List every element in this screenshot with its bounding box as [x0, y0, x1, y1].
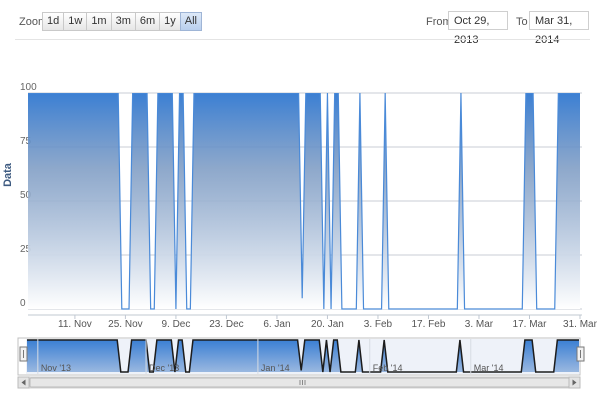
- navigator-label: Nov '13: [41, 363, 71, 373]
- y-axis-title: Data: [2, 162, 14, 187]
- navigator-label: Dec '13: [149, 363, 179, 373]
- y-tick-label: 0: [20, 298, 26, 309]
- navigator-label: Mar '14: [474, 363, 504, 373]
- scrollbar: [17, 376, 581, 389]
- x-tick-label: 31. Mar: [563, 319, 598, 330]
- x-axis: 11. Nov 25. Nov 9. Dec 23. Dec 6. Jan 20. Jan…: [58, 315, 598, 330]
- x-tick-label: 17. Feb: [412, 319, 446, 330]
- x-tick-label: 3. Feb: [364, 319, 393, 330]
- x-tick-label: 25. Nov: [108, 319, 142, 330]
- x-tick-label: 17. Mar: [513, 319, 548, 330]
- x-tick-label: 20. Jan: [311, 319, 344, 330]
- x-tick-label: 11. Nov: [58, 319, 92, 330]
- x-tick-label: 9. Dec: [161, 319, 190, 330]
- y-tick-label: 100: [20, 82, 37, 93]
- x-tick-label: 6. Jan: [263, 319, 290, 330]
- navigator-label: Feb '14: [373, 363, 403, 373]
- navigator: Nov '13 Dec '13 Jan '14 Feb '14 Mar '14: [17, 337, 585, 376]
- x-tick-label: 3. Mar: [465, 319, 494, 330]
- navigator-label: Jan '14: [261, 363, 290, 373]
- x-tick-label: 23. Dec: [209, 319, 243, 330]
- stock-chart: Data 0255075100 11. Nov 25. Nov 9. Dec 23. …: [2, 82, 598, 389]
